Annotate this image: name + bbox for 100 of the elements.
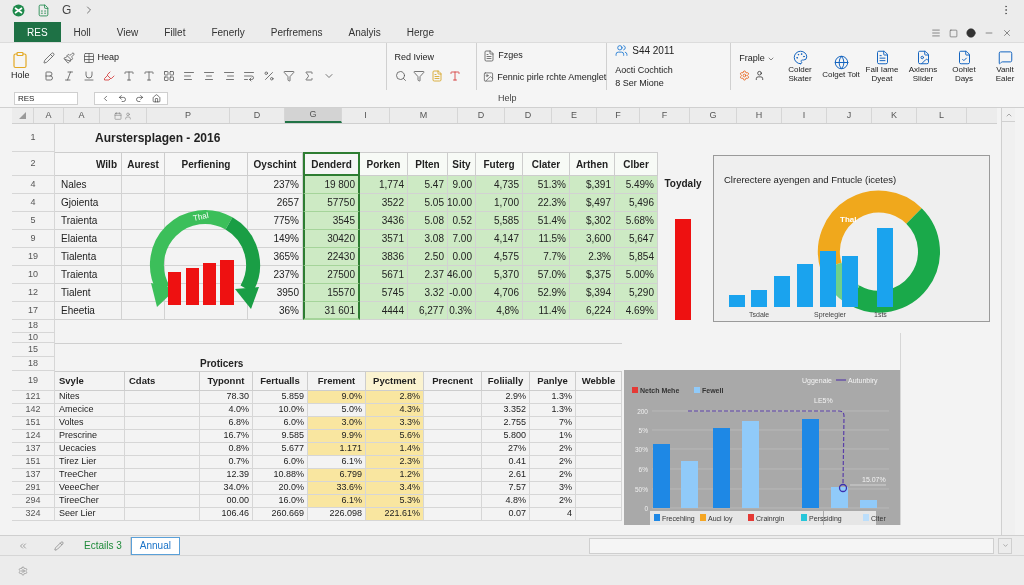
table-cell: 9.9%	[308, 430, 366, 443]
column-letter[interactable]: K	[872, 108, 917, 123]
gear-icon[interactable]	[739, 69, 751, 81]
underline-icon[interactable]	[82, 70, 95, 83]
ribbon-tab[interactable]: Holl	[60, 22, 104, 42]
ribbon-button[interactable]: Oohlet Days	[945, 50, 983, 83]
ribbon-label[interactable]: Red Iview	[394, 50, 477, 65]
column-letter[interactable]: I	[782, 108, 827, 123]
horizontal-scrollbar[interactable]	[589, 537, 994, 554]
brush-icon[interactable]	[62, 51, 75, 64]
search-icon[interactable]	[394, 70, 407, 83]
ribbon-button[interactable]: Fraple	[739, 52, 781, 66]
column-letter[interactable]: G	[690, 108, 737, 123]
table-cell: 221.61%	[366, 508, 424, 521]
paste-label[interactable]: Hole	[11, 68, 30, 83]
column-letter[interactable]: H	[737, 108, 782, 123]
first-sheet-icon[interactable]	[18, 540, 28, 551]
table-cell: 31 601	[303, 302, 360, 320]
chevron-left-icon[interactable]	[101, 94, 110, 103]
ribbon-tab[interactable]: Analyis	[335, 22, 394, 42]
ribbon-button[interactable]: Axlenns Slider	[904, 50, 942, 83]
quick-access-letter[interactable]: G	[62, 1, 72, 19]
ribbon-tab[interactable]: Perfremens	[257, 22, 336, 42]
table-cell	[424, 430, 482, 443]
column-header: Svyle	[55, 371, 125, 391]
ribbon-tab[interactable]: View	[103, 22, 152, 42]
wrap-text-icon[interactable]	[242, 70, 255, 83]
home-icon[interactable]	[152, 94, 161, 103]
menu-icon[interactable]	[931, 28, 941, 38]
column-letter[interactable]: L	[917, 108, 967, 123]
table-cell: 2%	[530, 456, 576, 469]
bold-icon[interactable]	[42, 70, 55, 83]
table-cell: 5.3%	[366, 495, 424, 508]
border-icon[interactable]	[162, 70, 175, 83]
calendar-icon[interactable]	[114, 111, 122, 120]
percent-icon[interactable]	[262, 70, 275, 83]
users-icon[interactable]	[615, 43, 629, 57]
ribbon-tab[interactable]: Fenerly	[198, 22, 258, 42]
italic-icon[interactable]	[62, 70, 75, 83]
column-letter[interactable]: M	[390, 108, 458, 123]
ribbon-tab[interactable]: Fillet	[151, 22, 199, 42]
table-cell: 00.00	[200, 495, 253, 508]
ribbon-button[interactable]: Fall Iame Dyeat	[863, 50, 901, 83]
column-letter[interactable]: E	[552, 108, 597, 123]
column-letter[interactable]: A	[34, 108, 64, 123]
ribbon-button[interactable]: Fzges	[483, 49, 607, 63]
highlighter-icon[interactable]	[102, 70, 115, 83]
ribbon-button[interactable]: Colget Tolt	[822, 54, 860, 79]
ribbon-label: Aocti Cochtich	[615, 63, 674, 77]
align-left-icon[interactable]	[182, 70, 195, 83]
ribbon-button[interactable]: Fennic pirle rchte Amenglet	[483, 70, 607, 84]
restore-icon[interactable]	[949, 28, 958, 38]
font-icon[interactable]	[122, 70, 135, 83]
undo-icon[interactable]	[118, 94, 127, 103]
redo-icon[interactable]	[135, 94, 144, 103]
pencil-icon[interactable]	[42, 51, 55, 64]
ribbon-button[interactable]: S44 2011	[615, 42, 731, 58]
filter-icon[interactable]	[412, 70, 425, 83]
ribbon-tab[interactable]: Herge	[393, 22, 447, 42]
column-letter[interactable]: I	[342, 108, 390, 123]
ribbon-tab[interactable]: RES	[14, 22, 61, 42]
table-cell: 3.08	[408, 230, 448, 248]
column-letter[interactable]: G	[285, 108, 342, 123]
name-box[interactable]: RES	[14, 92, 78, 105]
user-icon[interactable]	[124, 111, 132, 120]
ribbon-button[interactable]: Colder Skater	[781, 50, 819, 83]
column-letter[interactable]: F	[597, 108, 640, 123]
gear-icon[interactable]	[18, 565, 28, 576]
select-all-icon[interactable]	[19, 112, 26, 119]
font-icon[interactable]	[448, 70, 461, 83]
table-cell: 0.07	[482, 508, 530, 521]
column-letter[interactable]: J	[827, 108, 872, 123]
sum-icon[interactable]	[302, 70, 315, 83]
font-icon[interactable]	[142, 70, 155, 83]
column-letter[interactable]: A	[64, 108, 100, 123]
column-letter[interactable]: F	[640, 108, 690, 123]
user-icon[interactable]	[754, 69, 766, 81]
align-center-icon[interactable]	[202, 70, 215, 83]
table-cell: Tialenta	[55, 248, 122, 266]
ribbon-button[interactable]: Heap	[82, 50, 119, 65]
app-logo-icon[interactable]	[12, 3, 25, 17]
column-letter[interactable]: D	[505, 108, 552, 123]
sheet-tab[interactable]: Ectails 3	[76, 536, 131, 555]
sheet-tab[interactable]: Annual	[130, 536, 180, 555]
column-letter[interactable]: P	[147, 108, 230, 123]
table-cell: 51.3%	[523, 176, 570, 194]
row-number: 19	[12, 248, 55, 266]
table-cell: 1.171	[308, 443, 366, 456]
pencil-icon[interactable]	[54, 540, 64, 551]
clipboard-icon[interactable]	[11, 50, 30, 69]
ribbon-button[interactable]: Vanlt Ealer	[986, 50, 1024, 83]
filter-icon[interactable]	[282, 70, 295, 83]
document-icon[interactable]	[430, 70, 443, 83]
column-letter[interactable]: D	[458, 108, 505, 123]
column-header: Cdats	[125, 371, 200, 391]
align-right-icon[interactable]	[222, 70, 235, 83]
close-icon[interactable]	[1002, 28, 1012, 38]
spreadsheet-file-icon[interactable]	[37, 3, 50, 17]
table-cell: 5,854	[615, 248, 658, 266]
table-cell: 5.6%	[366, 430, 424, 443]
